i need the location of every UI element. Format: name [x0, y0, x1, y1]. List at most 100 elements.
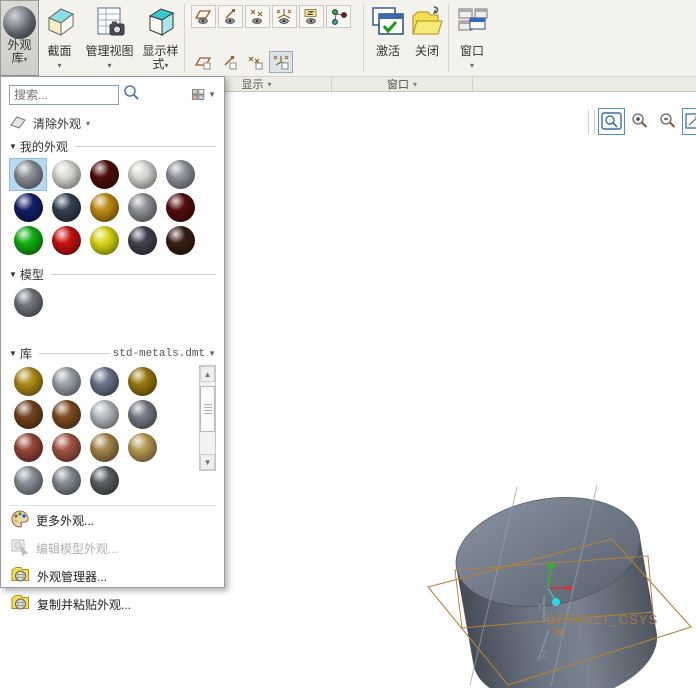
- appearance-sphere: [90, 193, 119, 222]
- appearance-swatch[interactable]: [85, 224, 123, 257]
- csys-y-handle[interactable]: [548, 563, 554, 569]
- group-window-label[interactable]: 窗口▾: [332, 77, 473, 91]
- appearance-swatch[interactable]: [9, 431, 47, 464]
- appearance-sphere: [14, 433, 43, 462]
- appearance-swatch[interactable]: [123, 224, 161, 257]
- appearance-swatch[interactable]: [9, 286, 47, 319]
- axis-display-toggle[interactable]: [218, 5, 243, 28]
- appearance-swatch[interactable]: [85, 191, 123, 224]
- clear-appearances-button[interactable]: 清除外观 ▾: [9, 115, 216, 132]
- appearance-swatch[interactable]: [9, 398, 47, 431]
- library-file-name[interactable]: std-metals.dmt: [113, 348, 205, 360]
- appearance-swatch[interactable]: [47, 365, 85, 398]
- edit-model-appearances-item: 编辑模型外观...: [9, 534, 216, 562]
- display-group-caret: ▾: [267, 80, 271, 89]
- appearance-swatch[interactable]: [85, 431, 123, 464]
- csys-x-handle[interactable]: [566, 585, 571, 590]
- appearance-swatch[interactable]: [47, 224, 85, 257]
- appearance-swatch[interactable]: [9, 464, 47, 497]
- zoom-out-button[interactable]: [654, 108, 681, 135]
- appearance-swatch[interactable]: [123, 158, 161, 191]
- appearance-swatch[interactable]: [47, 398, 85, 431]
- appearance-swatch[interactable]: [123, 365, 161, 398]
- grid-view-icon: [192, 89, 205, 101]
- copy-appearance-folder-icon: [11, 594, 30, 614]
- appearance-swatch[interactable]: [47, 191, 85, 224]
- appearance-swatch[interactable]: [85, 398, 123, 431]
- windows-button[interactable]: 窗口▾: [451, 0, 493, 76]
- cylinder-model[interactable]: [447, 484, 666, 688]
- appearance-swatch[interactable]: [9, 224, 47, 257]
- scroll-down-icon[interactable]: ▼: [200, 454, 215, 470]
- appearance-swatch[interactable]: [161, 158, 199, 191]
- scrollbar-thumb[interactable]: [200, 386, 215, 432]
- zoom-region-button[interactable]: [598, 108, 625, 135]
- display-style-icon: [142, 4, 180, 45]
- activate-button[interactable]: 激活: [368, 0, 408, 76]
- plane-tag-toggle[interactable]: [191, 51, 215, 73]
- more-appearances-item[interactable]: 更多外观...: [9, 506, 216, 534]
- appearance-swatch[interactable]: [9, 365, 47, 398]
- display-style-button[interactable]: 显示样式▾: [139, 0, 182, 76]
- appearance-sphere: [52, 433, 81, 462]
- appearance-manager-item[interactable]: 外观管理器...: [9, 562, 216, 590]
- model-viewport[interactable]: Y X Z DEFAULT_CSYS: [410, 470, 696, 688]
- spin-center-toggle[interactable]: [326, 5, 351, 28]
- csys-origin-handle[interactable]: [552, 598, 560, 606]
- axis-tag-toggle[interactable]: [217, 51, 241, 73]
- appearance-sphere: [14, 193, 43, 222]
- scrollbar-track[interactable]: [200, 382, 215, 454]
- appearance-gallery-label: 外观 库▾: [7, 39, 31, 65]
- appearance-sphere: [128, 400, 157, 429]
- ribbon-separator: [184, 4, 185, 72]
- appearance-swatch[interactable]: [47, 158, 85, 191]
- csys-display-toggle[interactable]: [272, 5, 297, 28]
- appearance-swatch[interactable]: [85, 365, 123, 398]
- appearance-swatch[interactable]: [123, 398, 161, 431]
- point-tag-toggle[interactable]: [243, 51, 267, 73]
- view-toolbar: [586, 106, 696, 137]
- gallery-view-options-button[interactable]: ▼: [192, 89, 216, 101]
- my-appearances-header[interactable]: ▼ 我的外观: [9, 138, 216, 155]
- appearance-swatch[interactable]: [47, 464, 85, 497]
- appearance-swatch[interactable]: [47, 431, 85, 464]
- appearance-swatch[interactable]: [161, 224, 199, 257]
- appearance-gallery-button[interactable]: 外观 库▾: [0, 0, 39, 76]
- appearance-sphere: [90, 367, 119, 396]
- annotation-display-toggle[interactable]: [299, 5, 324, 28]
- library-header[interactable]: ▼ 库 std-metals.dmt ▼: [9, 345, 216, 362]
- library-scrollbar[interactable]: ▲ ▼: [199, 365, 216, 471]
- section-button[interactable]: 截面▾: [39, 0, 80, 76]
- close-button[interactable]: 关闭: [408, 0, 446, 76]
- library-file-caret[interactable]: ▼: [208, 350, 216, 358]
- search-icon[interactable]: [122, 84, 140, 105]
- refit-icon: [685, 112, 696, 131]
- axis-x-label: X: [558, 628, 566, 640]
- csys-tag-toggle[interactable]: [269, 51, 293, 73]
- ribbon-separator: [448, 4, 449, 72]
- appearance-sphere: [52, 400, 81, 429]
- appearance-swatch[interactable]: [9, 191, 47, 224]
- zoom-in-icon: [629, 112, 650, 131]
- appearance-swatch[interactable]: [123, 191, 161, 224]
- appearance-swatch[interactable]: [85, 464, 123, 497]
- search-row: ▼: [9, 84, 216, 105]
- appearance-swatch[interactable]: [9, 158, 47, 191]
- plane-display-toggle[interactable]: [191, 5, 216, 28]
- section-caret: ▾: [57, 61, 61, 70]
- appearance-swatch[interactable]: [85, 158, 123, 191]
- copy-paste-appearance-item[interactable]: 复制并粘贴外观...: [9, 590, 216, 618]
- appearance-sphere: [128, 367, 157, 396]
- point-display-toggle[interactable]: [245, 5, 270, 28]
- appearance-sphere: [52, 160, 81, 189]
- zoom-in-button[interactable]: [626, 108, 653, 135]
- my-appearances-title: 我的外观: [20, 138, 68, 155]
- model-header[interactable]: ▼ 模型: [9, 266, 216, 283]
- csys-label[interactable]: DEFAULT_CSYS: [546, 612, 658, 627]
- scroll-up-icon[interactable]: ▲: [200, 366, 215, 382]
- appearance-swatch[interactable]: [161, 191, 199, 224]
- appearance-swatch[interactable]: [123, 431, 161, 464]
- refit-button[interactable]: [682, 108, 696, 135]
- search-input[interactable]: [9, 85, 119, 105]
- manage-views-button[interactable]: 管理视图▾: [80, 0, 139, 76]
